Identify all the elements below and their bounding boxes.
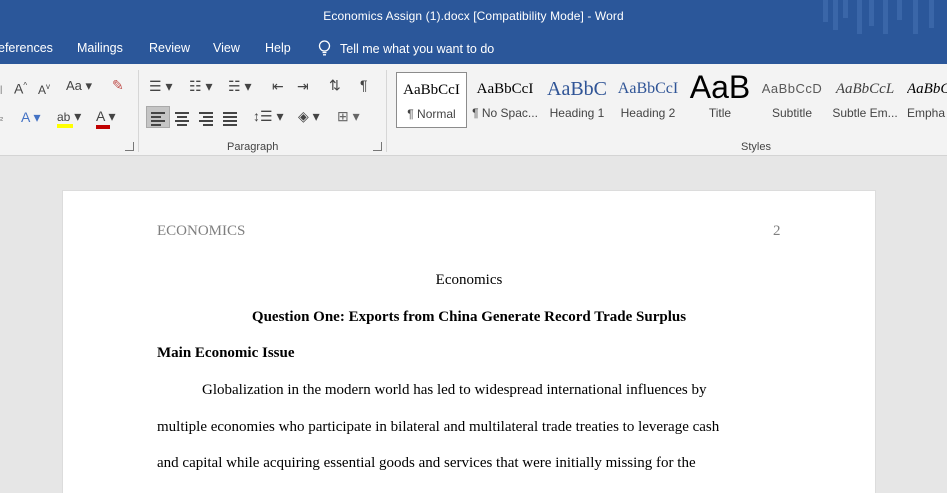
ribbon: A^ Av Aa ▾ ✎ A ▾ ab ▾ A ▾ ² | ☰ ▾ ☷ ▾ ☵ … bbox=[0, 64, 947, 156]
document-title: Economics bbox=[435, 272, 503, 288]
ribbon-separator bbox=[138, 70, 139, 152]
decrease-indent-button[interactable]: ⇤ bbox=[272, 78, 284, 94]
multilevel-list-button[interactable]: ☵ ▾ bbox=[228, 78, 251, 94]
paragraph-group-label: Paragraph bbox=[227, 141, 279, 153]
group-edge-marker: ² bbox=[0, 115, 3, 125]
style-subtitle[interactable]: AaBbCcD Subtitle bbox=[758, 72, 826, 128]
style-heading-2[interactable]: AaBbCcI Heading 2 bbox=[615, 72, 681, 128]
change-case-button[interactable]: Aa ▾ bbox=[66, 78, 92, 94]
paragraph-line: Globalization in the modern world has le… bbox=[202, 382, 707, 398]
style-subtle-emphasis[interactable]: AaBbCcL Subtle Em... bbox=[830, 72, 900, 128]
tell-me-label: Tell me what you want to do bbox=[340, 42, 495, 56]
align-left-icon bbox=[151, 112, 165, 128]
tab-help[interactable]: Help bbox=[265, 41, 291, 55]
header-page-number: 2 bbox=[773, 223, 781, 239]
font-color-button[interactable]: A ▾ bbox=[96, 108, 116, 129]
increase-indent-button[interactable]: ⇥ bbox=[297, 78, 309, 94]
header-left-text: ECONOMICS bbox=[157, 223, 246, 239]
question-heading: Question One: Exports from China Generat… bbox=[251, 309, 687, 325]
style-emphasis[interactable]: AaBbC Empha bbox=[904, 72, 947, 128]
tab-references[interactable]: eferences bbox=[0, 41, 53, 55]
align-center-icon[interactable] bbox=[175, 112, 189, 128]
bullets-button[interactable]: ☰ ▾ bbox=[149, 78, 172, 94]
clear-formatting-icon[interactable]: ✎ bbox=[112, 77, 124, 93]
lightbulb-icon bbox=[318, 40, 331, 56]
line-spacing-button[interactable]: ↕☰ ▾ bbox=[253, 108, 283, 124]
style-normal[interactable]: AaBbCcI ¶ Normal bbox=[396, 72, 467, 128]
show-formatting-button[interactable]: ¶ bbox=[360, 77, 368, 93]
ribbon-tabs: eferences Mailings Review View Help Tell… bbox=[0, 34, 947, 64]
align-right-icon[interactable] bbox=[199, 112, 213, 128]
tab-mailings[interactable]: Mailings bbox=[77, 41, 123, 55]
paragraph-dialog-launcher[interactable] bbox=[373, 142, 382, 151]
justify-icon[interactable] bbox=[223, 112, 237, 128]
style-no-spacing[interactable]: AaBbCcI ¶ No Spac... bbox=[470, 72, 540, 128]
window-title: Economics Assign (1).docx [Compatibility… bbox=[323, 9, 624, 23]
style-heading-1[interactable]: AaBbC Heading 1 bbox=[543, 72, 611, 128]
tab-review[interactable]: Review bbox=[149, 41, 190, 55]
paragraph-line: and capital while acquiring essential go… bbox=[157, 455, 696, 471]
grow-font-button[interactable]: A^ bbox=[14, 78, 27, 97]
ribbon-separator bbox=[386, 70, 387, 152]
paragraph-line: multiple economies who participate in bi… bbox=[157, 419, 720, 435]
sort-button[interactable]: ⇅ bbox=[329, 77, 341, 93]
font-color-swatch bbox=[96, 125, 110, 129]
highlight-color-button[interactable]: ab ▾ bbox=[57, 108, 81, 128]
tell-me-search[interactable]: Tell me what you want to do bbox=[318, 40, 494, 56]
borders-button[interactable]: ⊞ ▾ bbox=[337, 108, 360, 124]
highlighter-icon: ab bbox=[57, 110, 71, 124]
style-title[interactable]: AaB Title bbox=[686, 72, 754, 128]
document-page[interactable]: ECONOMICS 2 Economics Question One: Expo… bbox=[62, 190, 876, 493]
section-heading: Main Economic Issue bbox=[157, 345, 295, 361]
tab-view[interactable]: View bbox=[213, 41, 240, 55]
font-dialog-launcher[interactable] bbox=[125, 142, 134, 151]
text-effects-button[interactable]: A ▾ bbox=[21, 109, 41, 125]
shading-button[interactable]: ◈ ▾ bbox=[298, 108, 320, 124]
title-bar: Economics Assign (1).docx [Compatibility… bbox=[0, 0, 947, 34]
shrink-font-button[interactable]: Av bbox=[38, 79, 50, 98]
numbering-button[interactable]: ☷ ▾ bbox=[189, 78, 212, 94]
styles-group-label: Styles bbox=[741, 141, 771, 153]
font-size-dropdown-edge[interactable]: | bbox=[0, 81, 2, 97]
title-bar-decoration bbox=[817, 0, 947, 34]
highlight-color-swatch bbox=[57, 124, 73, 128]
